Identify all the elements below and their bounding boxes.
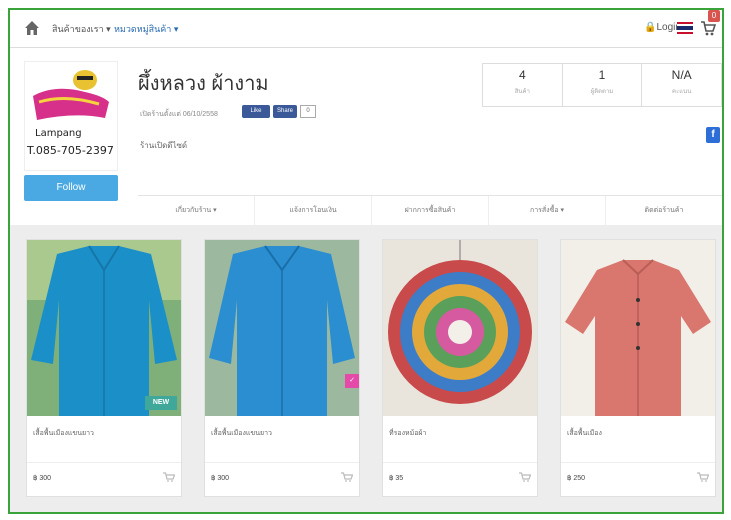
product-image[interactable] xyxy=(27,240,181,416)
tab-order-request[interactable]: ฝากการซื้อสินค้า xyxy=(372,196,489,225)
lock-icon: 🔒 xyxy=(644,22,657,33)
product-card[interactable]: ที่รองหม้อผ้า ฿ 35 xyxy=(382,239,538,497)
product-price: ฿ 300 xyxy=(211,475,230,482)
product-name: ที่รองหม้อผ้า xyxy=(389,430,427,437)
shop-stats: 4 สินค้า 1 ผู้ติดตาม N/A คะแนน xyxy=(482,63,722,107)
home-icon[interactable] xyxy=(24,20,40,36)
shop-name: ผึ้งหลวง ผ้างาม xyxy=(138,73,269,95)
add-to-cart-icon[interactable] xyxy=(519,472,531,482)
shop-open-date: เปิดร้านตั้งแต่ 06/10/2558 xyxy=(140,111,218,118)
stat-rating: N/A คะแนน xyxy=(671,68,692,95)
product-card[interactable]: ✓ เสื้อพื้นเมืองแขนยาว ฿ 300 xyxy=(204,239,360,497)
product-price: ฿ 250 xyxy=(567,475,586,482)
add-to-cart-icon[interactable] xyxy=(697,472,709,482)
follow-button[interactable]: Follow xyxy=(24,175,118,201)
shop-header: Lampang T.085-705-2397 Follow ผึ้งหลวง ผ… xyxy=(10,49,722,225)
card-divider xyxy=(383,462,537,463)
tab-payment[interactable]: แจ้งการโอนเงิน xyxy=(255,196,372,225)
shop-logo: Lampang T.085-705-2397 xyxy=(24,61,118,171)
top-navbar: สินค้าของเรา ▾ หมวดหมู่สินค้า ▾ 🔒Login 0 xyxy=(10,10,722,48)
logo-text-lampang: Lampang xyxy=(35,128,82,139)
cart-icon[interactable] xyxy=(700,20,716,36)
stat-products: 4 สินค้า xyxy=(483,64,563,106)
product-grid: NEW เสื้อพื้นเมืองแขนยาว ฿ 300 ✓ เสื้อพื… xyxy=(10,225,722,512)
nav-menu-products[interactable]: สินค้าของเรา ▾ xyxy=(52,22,111,36)
tab-orders[interactable]: การสั่งซื้อ ▾ xyxy=(489,196,606,225)
add-to-cart-icon[interactable] xyxy=(163,472,175,482)
facebook-like-button[interactable]: Like xyxy=(242,105,270,118)
stat-followers: 1 ผู้ติดตาม xyxy=(563,64,643,106)
page-frame: สินค้าของเรา ▾ หมวดหมู่สินค้า ▾ 🔒Login 0 xyxy=(8,8,724,514)
card-divider xyxy=(205,462,359,463)
facebook-icon[interactable]: f xyxy=(706,127,720,143)
product-image[interactable] xyxy=(383,240,537,416)
product-name: เสื้อพื้นเมืองแขนยาว xyxy=(211,430,272,437)
new-badge: NEW xyxy=(145,396,177,410)
tab-contact[interactable]: ติดต่อร้านค้า xyxy=(606,196,722,225)
card-divider xyxy=(561,462,715,463)
facebook-share-button[interactable]: Share xyxy=(273,105,297,118)
product-card[interactable]: NEW เสื้อพื้นเมืองแขนยาว ฿ 300 xyxy=(26,239,182,497)
product-image[interactable] xyxy=(561,240,715,416)
badge-icon: ✓ xyxy=(345,374,359,388)
shop-description: ร้านเปิดดีไซด์ xyxy=(140,141,188,150)
product-name: เสื้อพื้นเมืองแขนยาว xyxy=(33,430,94,437)
thai-flag-icon[interactable] xyxy=(677,22,693,34)
logo-text-phone: T.085-705-2397 xyxy=(26,144,114,157)
login-link[interactable]: 🔒Login xyxy=(644,22,681,33)
product-image[interactable] xyxy=(205,240,359,416)
cart-count-badge: 0 xyxy=(708,10,720,22)
tab-about[interactable]: เกี่ยวกับร้าน ▾ xyxy=(138,196,255,225)
facebook-like-count: 0 xyxy=(300,105,316,118)
add-to-cart-icon[interactable] xyxy=(341,472,353,482)
product-name: เสื้อพื้นเมือง xyxy=(567,430,602,437)
product-card[interactable]: เสื้อพื้นเมือง ฿ 250 xyxy=(560,239,716,497)
nav-menu-categories[interactable]: หมวดหมู่สินค้า ▾ xyxy=(114,22,178,36)
shop-tabs: เกี่ยวกับร้าน ▾ แจ้งการโอนเงิน ฝากการซื้… xyxy=(138,195,722,225)
card-divider xyxy=(27,462,181,463)
product-price: ฿ 300 xyxy=(33,475,52,482)
product-price: ฿ 35 xyxy=(389,475,404,482)
shop-logo-art: Lampang T.085-705-2397 xyxy=(26,70,114,157)
